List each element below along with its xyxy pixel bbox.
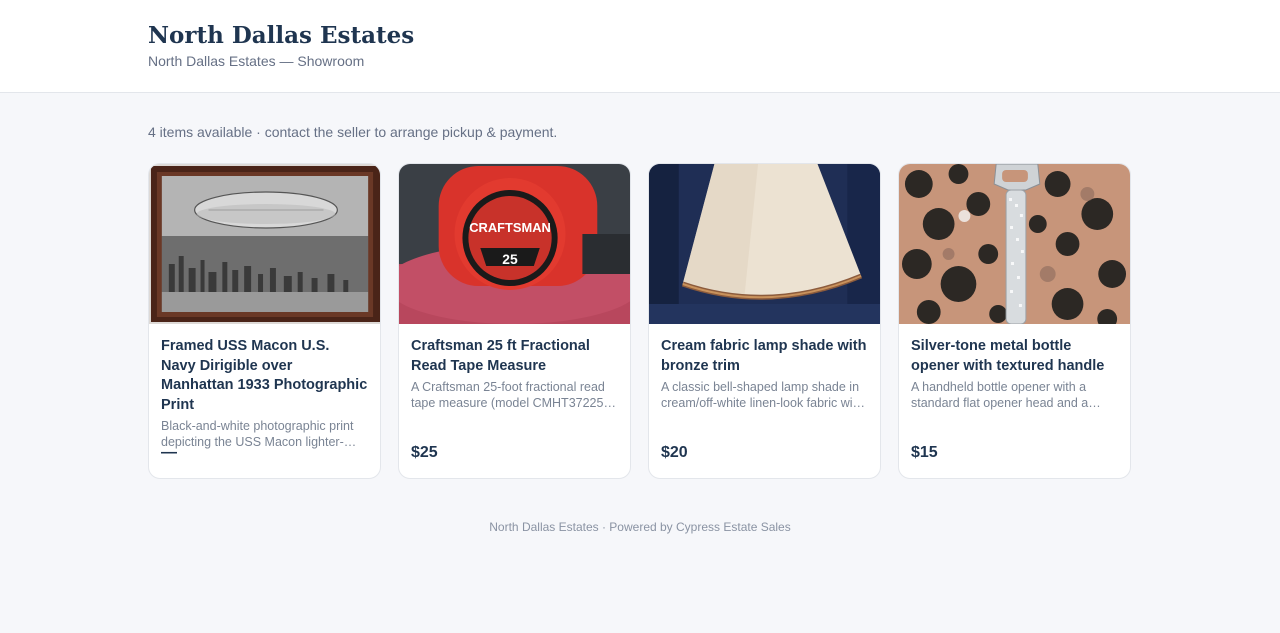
tape-length-text: 25 [502, 251, 518, 267]
page-footer: North Dallas Estates · Powered by Cypres… [489, 520, 791, 534]
item-price: $20 [661, 444, 688, 461]
item-price: — [161, 444, 177, 461]
item-description: A Craftsman 25-foot fractional read tape… [411, 380, 608, 410]
item-description: Black-and-white photographic print depic… [161, 419, 354, 449]
main-content: 4 items available · contact the seller t… [0, 93, 1280, 534]
craftsman-brand-text: CRAFTSMAN [469, 220, 551, 235]
item-card[interactable]: Silver-tone metal bottle opener with tex… [898, 163, 1131, 479]
item-price: $15 [911, 444, 938, 461]
site-subtitle: North Dallas Estates — Showroom [148, 53, 365, 69]
item-title[interactable]: Craftsman 25 ft Fractional Read Tape Mea… [411, 337, 618, 376]
item-card[interactable]: Framed USS Macon U.S. Navy Dirigible ove… [148, 163, 381, 479]
items-summary: 4 items available · contact the seller t… [148, 124, 558, 140]
item-card-body: Cream fabric lamp shade with bronze trim… [649, 324, 880, 478]
item-description: A handheld bottle opener with a standard… [911, 380, 1089, 410]
item-title[interactable]: Silver-tone metal bottle opener with tex… [911, 337, 1118, 376]
item-card[interactable]: Cream fabric lamp shade with bronze trim… [648, 163, 881, 479]
item-title[interactable]: Framed USS Macon U.S. Navy Dirigible ove… [161, 337, 368, 415]
item-card-body: Silver-tone metal bottle opener with tex… [899, 324, 1130, 478]
item-description: A classic bell-shaped lamp shade in crea… [661, 380, 863, 410]
item-card-body: Craftsman 25 ft Fractional Read Tape Mea… [399, 324, 630, 478]
item-price: $25 [411, 444, 438, 461]
bottle-opener-photo[interactable] [899, 164, 1130, 324]
lamp-shade-photo[interactable] [649, 164, 880, 324]
site-header: North Dallas Estates North Dallas Estate… [0, 0, 1280, 93]
item-grid: Framed USS Macon U.S. Navy Dirigible ove… [148, 163, 1280, 479]
item-card[interactable]: CRAFTSMAN 25 Craftsman 25 ft Fractional … [398, 163, 631, 479]
tape-measure-photo[interactable]: CRAFTSMAN 25 [399, 164, 630, 324]
item-title[interactable]: Cream fabric lamp shade with bronze trim [661, 337, 868, 376]
framed-airship-photo[interactable] [149, 164, 380, 324]
item-card-body: Framed USS Macon U.S. Navy Dirigible ove… [149, 324, 380, 478]
site-title[interactable]: North Dallas Estates [148, 22, 1280, 50]
